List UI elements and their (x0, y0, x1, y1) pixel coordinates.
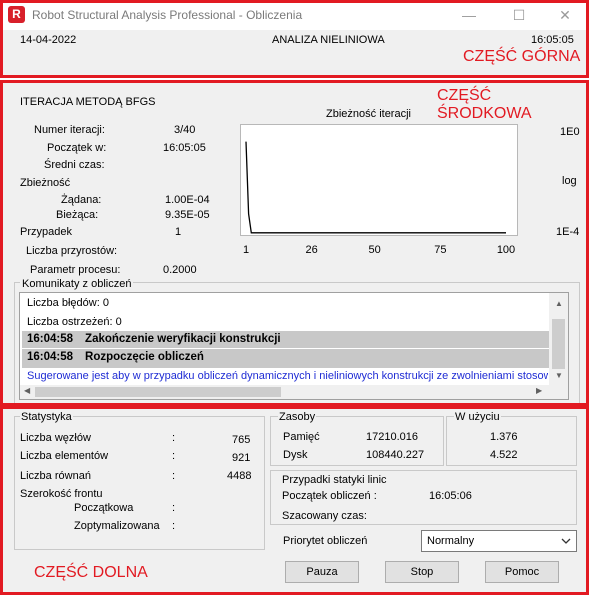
top-part-frame (0, 0, 589, 78)
top-part-label: CZĘŚĆ GÓRNA (463, 48, 581, 65)
middle-part-frame (0, 80, 589, 406)
bottom-part-label: CZĘŚĆ DOLNA (34, 564, 148, 581)
middle-part-label: CZĘŚĆ ŚRODKOWA (437, 87, 532, 122)
